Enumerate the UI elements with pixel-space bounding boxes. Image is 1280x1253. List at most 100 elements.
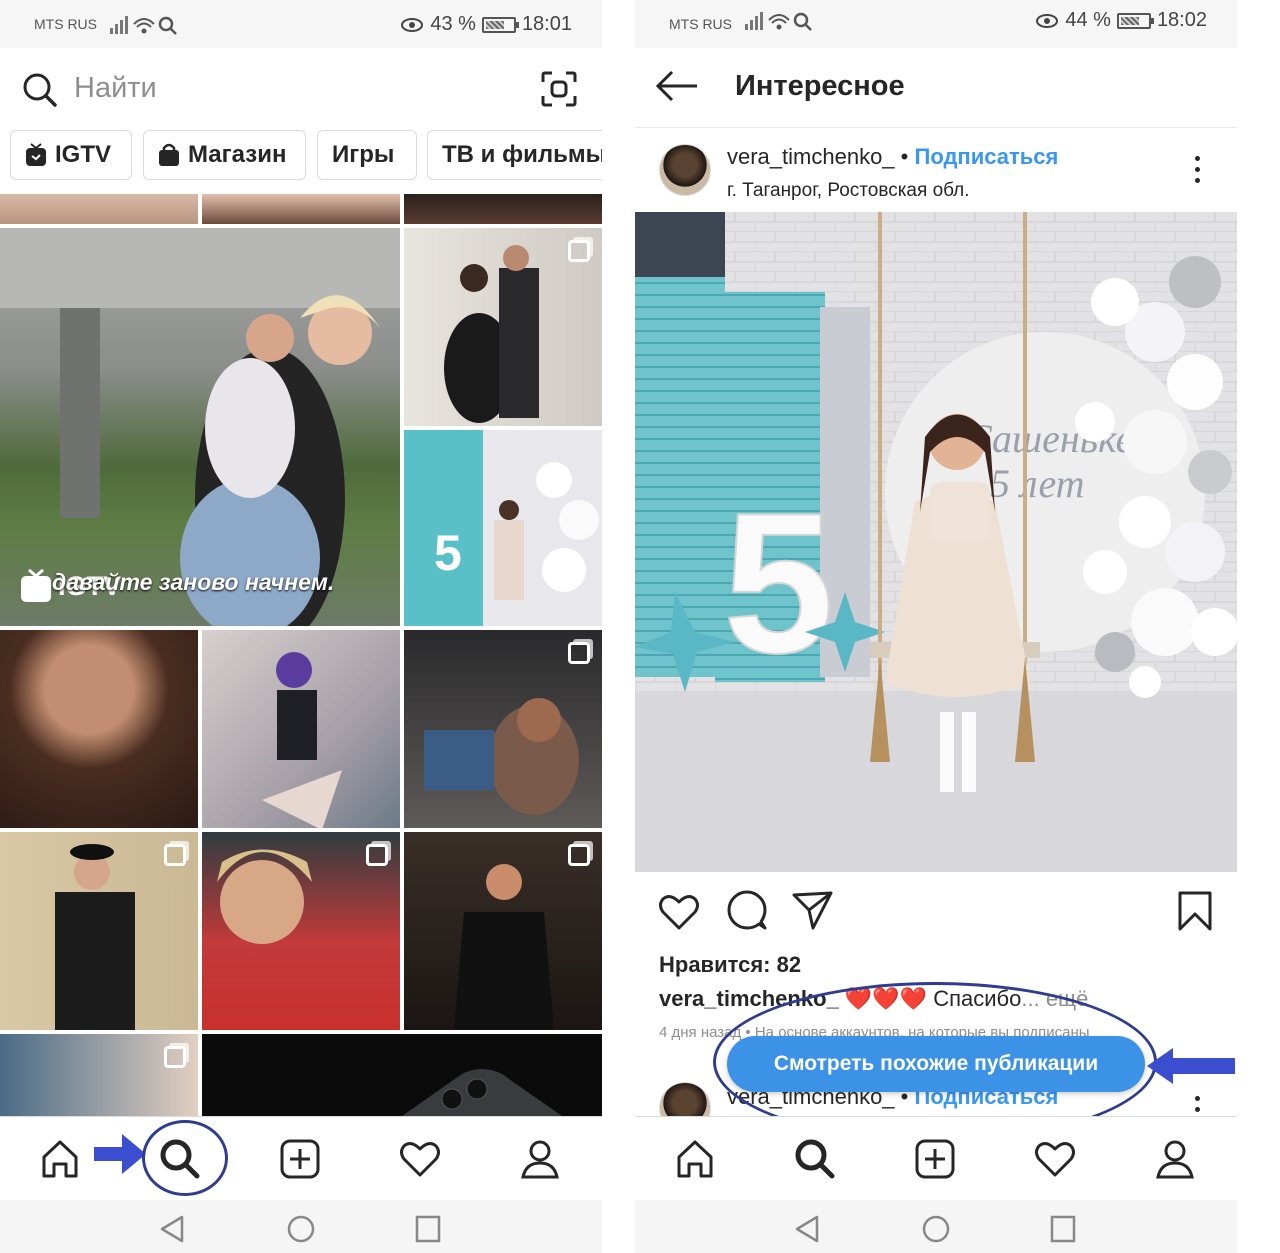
- grid-tile[interactable]: [202, 1034, 602, 1116]
- search-bar[interactable]: Найти: [0, 48, 602, 130]
- page-header: Интересное: [635, 48, 1237, 128]
- heart-icon: [1035, 1142, 1075, 1177]
- multi-photo-icon: [568, 642, 590, 664]
- bookmark-icon[interactable]: [1177, 890, 1213, 932]
- back-nav-icon[interactable]: [793, 1214, 821, 1244]
- system-nav-bar: [0, 1200, 602, 1253]
- multi-photo-icon: [568, 240, 590, 262]
- grid-tile[interactable]: [0, 832, 198, 1030]
- battery-icon: [1116, 12, 1154, 29]
- share-icon[interactable]: [791, 890, 835, 930]
- tab-new-post[interactable]: [276, 1135, 324, 1183]
- shopping-bag-icon: [159, 143, 179, 166]
- category-chips: IGTV Магазин Игры ТВ и фильмы: [0, 130, 602, 192]
- chip-tv-movies[interactable]: ТВ и фильмы: [427, 130, 602, 180]
- chip-shop[interactable]: Магазин: [143, 130, 306, 180]
- system-nav-bar: [635, 1200, 1237, 1253]
- bottom-tab-bar: [635, 1116, 1237, 1200]
- post-username[interactable]: vera_timchenko_: [727, 144, 895, 169]
- post-header: vera_timchenko_ • Подписаться г. Таганро…: [635, 130, 1237, 212]
- signal-wifi-search-icons: [110, 16, 177, 35]
- chip-label: IGTV: [55, 141, 112, 168]
- svg-text:5: 5: [723, 472, 834, 695]
- annotation-arrow-left: [1147, 1048, 1235, 1084]
- tab-new-post[interactable]: [911, 1135, 959, 1183]
- explore-screen: MTS RUS 43 % 18:01 Найти IGTV Магазин Иг…: [0, 0, 602, 1253]
- tab-home[interactable]: [671, 1135, 719, 1183]
- home-nav-icon[interactable]: [286, 1214, 316, 1244]
- chip-label: Магазин: [188, 141, 287, 168]
- tab-home[interactable]: [36, 1135, 84, 1183]
- bottom-tab-bar: [0, 1116, 602, 1200]
- igtv-icon: [26, 143, 46, 166]
- post-photo: Сашеньке 5 лет 5: [635, 212, 1237, 872]
- add-icon: [280, 1139, 320, 1179]
- post-image[interactable]: Сашеньке 5 лет 5: [635, 212, 1237, 872]
- photo: [262, 652, 342, 828]
- grid-tile[interactable]: [202, 194, 400, 224]
- multi-photo-icon: [164, 844, 186, 866]
- grid-tile[interactable]: [202, 832, 400, 1030]
- signal-wifi-search-icons: [745, 12, 812, 31]
- battery-percent: 44 %: [1065, 9, 1111, 31]
- battery-icon: [481, 16, 519, 33]
- chip-igtv[interactable]: IGTV: [10, 130, 132, 180]
- add-icon: [915, 1139, 955, 1179]
- tab-activity[interactable]: [396, 1135, 444, 1183]
- recents-nav-icon[interactable]: [1049, 1214, 1077, 1244]
- profile-icon: [1156, 1140, 1194, 1179]
- grid-tile[interactable]: [0, 1034, 198, 1116]
- more-options-icon[interactable]: [1193, 1096, 1201, 1116]
- tab-search[interactable]: [791, 1135, 839, 1183]
- home-icon: [42, 1140, 78, 1178]
- chip-label: Игры: [332, 141, 395, 168]
- like-heart-icon[interactable]: [657, 890, 701, 932]
- tab-profile[interactable]: [516, 1135, 564, 1183]
- grid-tile[interactable]: [404, 832, 602, 1030]
- igtv-icon: [21, 568, 51, 602]
- grid-tile[interactable]: [404, 194, 602, 224]
- search-input[interactable]: Найти: [74, 72, 157, 105]
- scan-icon[interactable]: [540, 70, 578, 108]
- status-bar: MTS RUS 44 % 18:02: [635, 0, 1237, 48]
- profile-icon: [521, 1140, 559, 1179]
- image-text-age: 5 лет: [990, 461, 1085, 506]
- grid-tile[interactable]: [404, 228, 602, 426]
- chip-games[interactable]: Игры: [317, 130, 417, 180]
- post-location[interactable]: г. Таганрог, Ростовская обл.: [727, 180, 970, 202]
- avatar[interactable]: [659, 144, 711, 196]
- battery-percent: 43 %: [430, 13, 476, 35]
- avatar[interactable]: [659, 1082, 711, 1116]
- post-actions: [635, 872, 1237, 952]
- explore-grid: IGTV давайте заново начнем. 5: [0, 194, 602, 1116]
- back-nav-icon[interactable]: [158, 1214, 186, 1244]
- page-title: Интересное: [735, 70, 905, 102]
- post-screen: MTS RUS 44 % 18:02 Интересное vera_timch…: [635, 0, 1237, 1253]
- search-icon: [23, 73, 57, 107]
- comment-icon[interactable]: [725, 890, 767, 932]
- igtv-video-tile[interactable]: IGTV давайте заново начнем.: [0, 228, 400, 626]
- photo: [402, 1069, 562, 1116]
- more-options-icon[interactable]: [1193, 156, 1201, 189]
- grid-tile[interactable]: [404, 630, 602, 828]
- post-author-line: vera_timchenko_ • Подписаться: [727, 144, 1058, 170]
- back-arrow-icon[interactable]: [655, 70, 699, 102]
- grid-tile[interactable]: 5: [404, 430, 602, 626]
- search-icon: [795, 1139, 835, 1179]
- photo: 5: [434, 462, 599, 600]
- grid-tile[interactable]: [0, 194, 198, 224]
- igtv-caption: давайте заново начнем.: [52, 569, 335, 595]
- svg-text:5: 5: [434, 525, 462, 581]
- tab-profile[interactable]: [1151, 1135, 1199, 1183]
- tab-activity[interactable]: [1031, 1135, 1079, 1183]
- annotation-arrow-right: [94, 1134, 146, 1174]
- eye-icon: [1036, 13, 1059, 28]
- home-nav-icon[interactable]: [921, 1214, 951, 1244]
- grid-tile[interactable]: [202, 630, 400, 828]
- recents-nav-icon[interactable]: [414, 1214, 442, 1244]
- grid-tile[interactable]: [0, 630, 198, 828]
- chip-label: ТВ и фильмы: [442, 141, 602, 168]
- follow-button[interactable]: Подписаться: [915, 144, 1059, 169]
- likes-count[interactable]: Нравится: 82: [659, 952, 801, 978]
- heart-icon: [400, 1142, 440, 1177]
